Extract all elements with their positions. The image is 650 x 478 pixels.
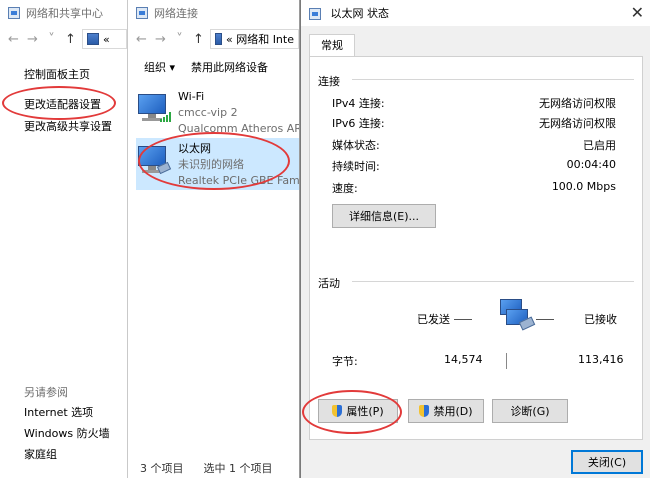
window-title: 网络连接 <box>154 7 198 20</box>
sidebar-link-advanced-sharing[interactable]: 更改高级共享设置 <box>24 118 112 134</box>
selected-count: 选中 1 个项目 <box>203 462 273 475</box>
adapter-network: cmcc-vip 2 <box>178 106 238 119</box>
row-label: IPv6 连接: <box>332 117 385 130</box>
sidebar-link-control-panel-home[interactable]: 控制面板主页 <box>24 66 90 82</box>
divider <box>352 281 634 282</box>
row-label: IPv4 连接: <box>332 97 385 110</box>
item-count: 3 个项目 <box>140 462 184 475</box>
network-icon <box>136 7 148 19</box>
address-input[interactable]: « 网络和 Inte <box>210 29 299 49</box>
ethernet-icon <box>309 8 321 20</box>
address-input[interactable]: « <box>82 29 127 49</box>
see-also-heading: 另请参阅 <box>24 386 68 399</box>
row-speed: 速度: 100.0 Mbps <box>332 180 616 196</box>
row-label: 持续时间: <box>332 160 380 173</box>
list-item-wifi[interactable]: Wi-Fi cmcc-vip 2 Qualcomm Atheros AR <box>136 86 300 138</box>
row-media-state: 媒体状态: 已启用 <box>332 137 616 153</box>
see-also-internet-options[interactable]: Internet 选项 <box>24 404 93 420</box>
window-title: 网络和共享中心 <box>26 7 103 20</box>
tab-general[interactable]: 常规 <box>309 34 355 56</box>
see-also-homegroup[interactable]: 家庭组 <box>24 446 57 462</box>
sent-label: 已发送 <box>417 313 450 326</box>
row-ipv4: IPv4 连接: 无网络访问权限 <box>332 95 616 111</box>
row-duration: 持续时间: 00:04:40 <box>332 158 616 174</box>
dialog-titlebar: 以太网 状态 ✕ <box>301 0 650 26</box>
close-icon[interactable]: ✕ <box>631 5 644 21</box>
row-label: 媒体状态: <box>332 139 380 152</box>
row-value: 100.0 Mbps <box>551 180 616 193</box>
network-connections-window: 网络连接 ← → ˅ ↑ « 网络和 Inte 组织 ▾ 禁用此网络设备 Wi-… <box>128 0 300 478</box>
titlebar: 网络连接 <box>128 0 299 26</box>
address-path: « 网络和 Inte <box>225 33 294 46</box>
see-also-windows-firewall[interactable]: Windows 防火墙 <box>24 425 110 441</box>
received-label: 已接收 <box>584 313 617 326</box>
bytes-label: 字节: <box>332 355 358 368</box>
activity-group-title: 活动 <box>318 277 340 290</box>
network-activity-icon <box>496 297 540 337</box>
address-bar: ← → ˅ ↑ « 网络和 Inte <box>128 26 299 52</box>
row-value: 无网络访问权限 <box>539 97 616 110</box>
back-arrow-icon[interactable]: ← <box>6 32 21 47</box>
adapter-name: Wi-Fi <box>178 90 205 103</box>
disable-device-button[interactable]: 禁用此网络设备 <box>191 59 268 75</box>
control-panel-icon <box>87 33 99 45</box>
general-panel: 连接 IPv4 连接: 无网络访问权限 IPv6 连接: 无网络访问权限 媒体状… <box>309 56 643 440</box>
adapter-network: 未识别的网络 <box>178 158 244 171</box>
divider <box>536 319 554 320</box>
up-arrow-icon[interactable]: ↑ <box>63 32 78 47</box>
adapter-name: 以太网 <box>178 142 211 155</box>
forward-arrow-icon[interactable]: → <box>153 32 168 47</box>
sidebar-link-change-adapter-settings[interactable]: 更改适配器设置 <box>24 96 101 112</box>
divider <box>454 319 472 320</box>
button-label: 禁用(D) <box>433 405 473 418</box>
status-bar: 3 个项目 选中 1 个项目 <box>140 460 273 476</box>
row-ipv6: IPv6 连接: 无网络访问权限 <box>332 115 616 131</box>
chevron-down-icon[interactable]: ˅ <box>172 32 187 47</box>
button-label: 属性(P) <box>346 405 384 418</box>
bytes-sent-value: 14,574 <box>444 353 483 366</box>
titlebar: 网络和共享中心 <box>0 0 127 26</box>
address-path: « <box>103 32 110 46</box>
properties-button[interactable]: 属性(P) <box>318 399 398 423</box>
row-label: 速度: <box>332 182 358 195</box>
diagnose-button[interactable]: 诊断(G) <box>492 399 568 423</box>
forward-arrow-icon[interactable]: → <box>25 32 40 47</box>
wifi-adapter-icon <box>136 94 171 124</box>
back-arrow-icon[interactable]: ← <box>134 32 149 47</box>
disable-button[interactable]: 禁用(D) <box>408 399 484 423</box>
row-value: 无网络访问权限 <box>539 117 616 130</box>
uac-shield-icon <box>332 405 343 417</box>
ethernet-status-dialog: 以太网 状态 ✕ 常规 连接 IPv4 连接: 无网络访问权限 IPv6 连接:… <box>300 0 650 478</box>
list-item-ethernet[interactable]: 以太网 未识别的网络 Realtek PCIe GBE Fam <box>136 138 300 190</box>
uac-shield-icon <box>419 405 430 417</box>
address-bar: ← → ˅ ↑ « <box>0 26 127 52</box>
close-button[interactable]: 关闭(C) <box>571 450 643 474</box>
adapter-device: Realtek PCIe GBE Fam <box>178 174 300 187</box>
divider <box>352 79 634 80</box>
connection-group-title: 连接 <box>318 75 340 88</box>
network-icon <box>8 7 20 19</box>
network-folder-icon <box>215 33 222 45</box>
organize-button[interactable]: 组织 ▾ <box>144 59 175 75</box>
command-toolbar: 组织 ▾ 禁用此网络设备 <box>128 52 299 82</box>
bytes-received-value: 113,416 <box>578 353 624 366</box>
adapter-device: Qualcomm Atheros AR <box>178 122 300 135</box>
chevron-down-icon[interactable]: ˅ <box>44 32 59 47</box>
row-value: 已启用 <box>583 139 616 152</box>
dialog-title: 以太网 状态 <box>330 7 390 20</box>
divider <box>506 353 507 369</box>
ethernet-adapter-icon <box>136 146 172 176</box>
up-arrow-icon[interactable]: ↑ <box>191 32 206 47</box>
row-value: 00:04:40 <box>566 158 616 171</box>
details-button[interactable]: 详细信息(E)... <box>332 204 436 228</box>
network-sharing-center-window: 网络和共享中心 ← → ˅ ↑ « 控制面板主页 更改适配器设置 更改高级共享设… <box>0 0 128 478</box>
